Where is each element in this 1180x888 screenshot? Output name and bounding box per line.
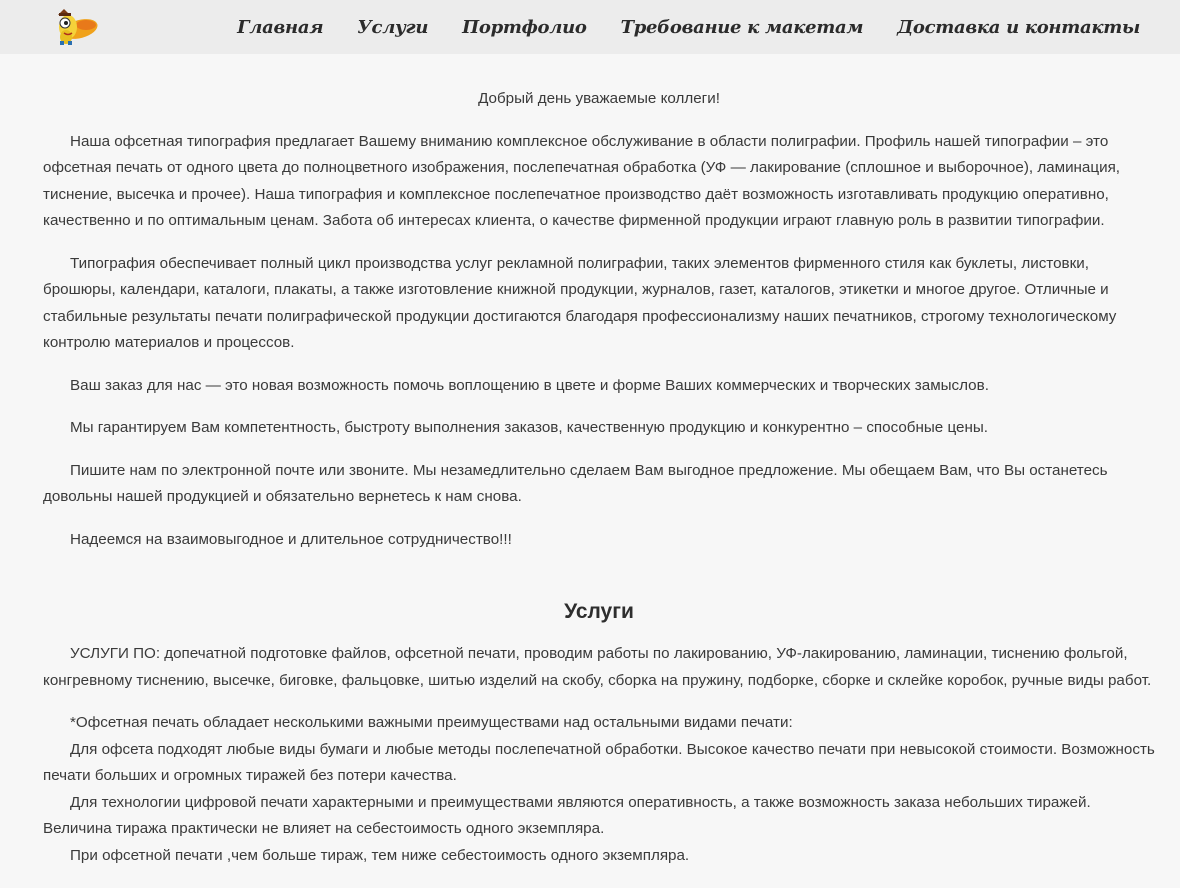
- services-summary: УСЛУГИ ПО: допечатной подготовке файлов,…: [43, 645, 1152, 689]
- top-navigation-bar: Главная Услуги Портфолио Требование к ма…: [0, 0, 1180, 54]
- nav-item-layout-requirements[interactable]: Требование к макетам: [621, 17, 864, 38]
- services-detail: При офсетной печати ,чем больше тираж, т…: [70, 846, 690, 864]
- nav-item-delivery-contacts[interactable]: Доставка и контакты: [897, 17, 1140, 38]
- cartoon-mascot-logo-icon[interactable]: [50, 3, 102, 47]
- nav-item-services[interactable]: Услуги: [357, 17, 428, 38]
- intro-paragraph: Мы гарантируем Вам компетентность, быстр…: [70, 419, 988, 436]
- nav-item-home[interactable]: Главная: [237, 17, 323, 38]
- nav-item-portfolio[interactable]: Портфолио: [462, 17, 587, 38]
- services-section-title: Услуги: [564, 600, 634, 623]
- intro-paragraph: Наша офсетная типография предлагает Ваше…: [43, 132, 1121, 230]
- intro-paragraph: Надеемся на взаимовыгодное и длительное …: [70, 530, 512, 548]
- greeting-text: Добрый день уважаемые коллеги!: [478, 90, 720, 107]
- services-detail: *Офсетная печать обладает несколькими ва…: [70, 714, 793, 731]
- main-nav: Главная Услуги Портфолио Требование к ма…: [237, 0, 1140, 54]
- intro-paragraph: Ваш заказ для нас — это новая возможност…: [70, 376, 989, 394]
- intro-paragraph: Типография обеспечивает полный цикл прои…: [43, 254, 1117, 352]
- services-detail: Для офсета подходят любые виды бумаги и …: [43, 740, 1155, 785]
- intro-paragraph: Пишите нам по электронной почте или звон…: [43, 461, 1108, 506]
- main-content: Добрый день уважаемые коллеги! Наша офсе…: [43, 86, 1155, 869]
- services-detail: Для технологии цифровой печати характерн…: [43, 793, 1091, 838]
